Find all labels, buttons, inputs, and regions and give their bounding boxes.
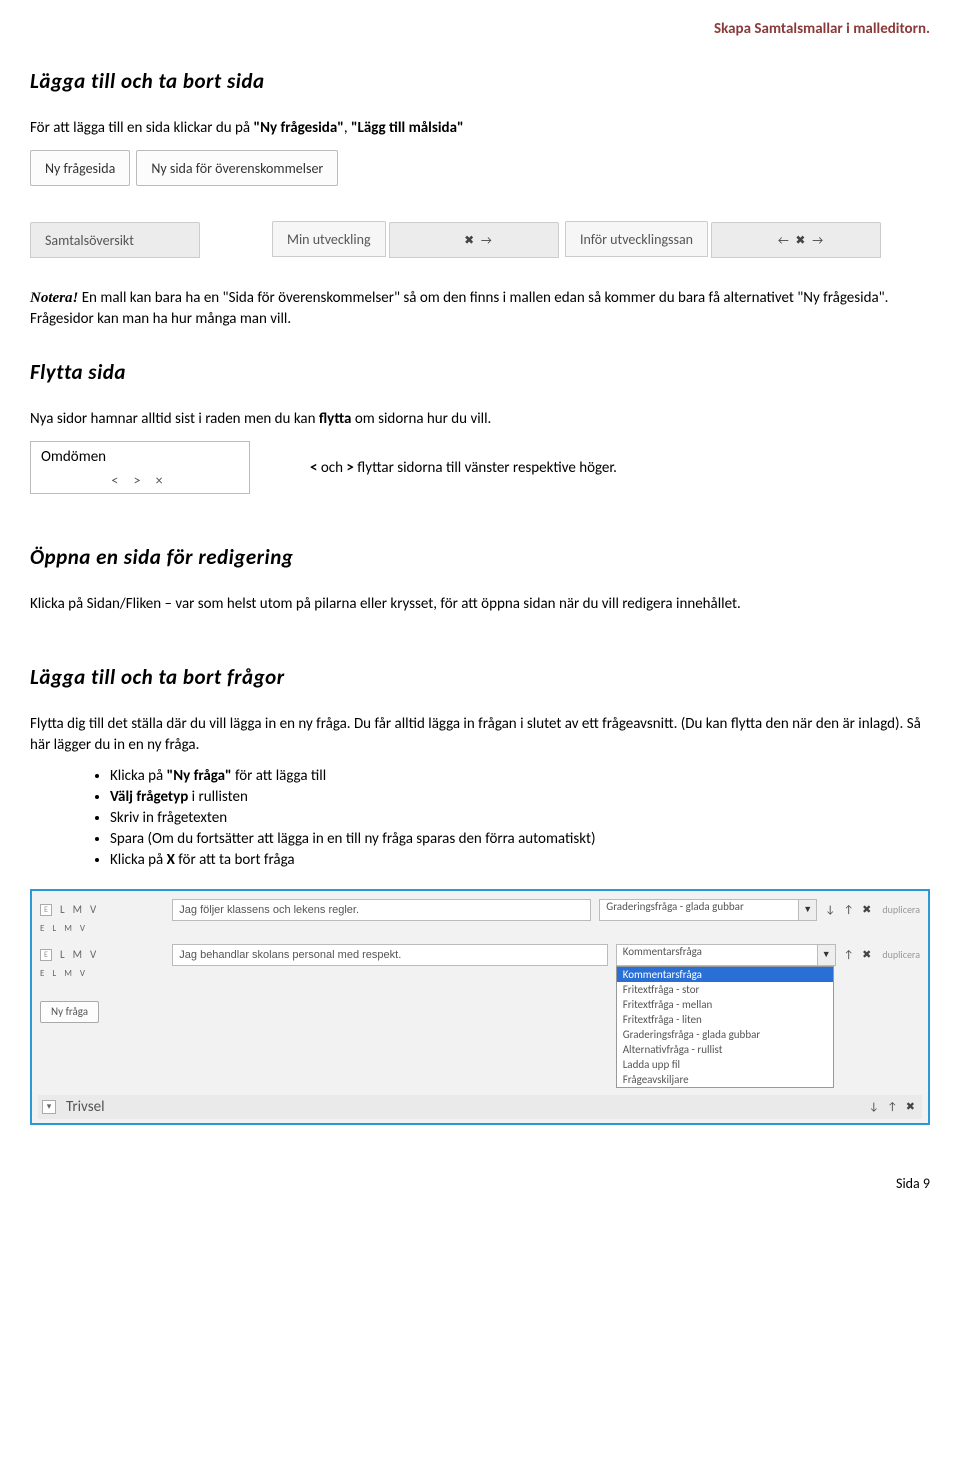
heading-add-remove-page: Lägga till och ta bort sida [30,68,930,94]
dropdown-option[interactable]: Graderingsfråga - glada gubbar [617,1027,833,1042]
page-header: Skapa Samtalsmallar i malleditorn. [30,20,930,38]
red-arrow-icon [884,870,902,873]
move-page-paragraph: Nya sidor hamnar alltid sist i raden men… [30,409,930,429]
page-number: Sida 9 [30,1175,930,1192]
tab-infor-utveckling[interactable]: Inför utvecklingssan [565,221,708,257]
level-V[interactable]: V [90,903,96,916]
row-actions[interactable]: ↑ ✖ [844,948,875,961]
list-item: Skriv in frågetexten [110,809,930,827]
chevron-down-icon[interactable]: ▼ [818,944,836,966]
list-item: Välj frågetyp i rullisten [110,788,930,806]
dropdown-option[interactable]: Ladda upp fil [617,1057,833,1072]
level-E[interactable]: E [40,949,52,961]
level-E[interactable]: E [40,904,52,916]
new-question-button[interactable]: Ny fråga [40,1001,99,1023]
question-type-select[interactable]: Kommentarsfråga [616,944,818,966]
question-type-dropdown[interactable]: Kommentarsfråga Fritextfråga - stor Frit… [616,966,834,1088]
tab-controls-a[interactable]: ✖ → [389,222,559,258]
duplicate-link[interactable]: duplicera [882,948,920,961]
level-L[interactable]: L [60,948,65,961]
ui-new-page-controls: Ny frågesida Ny sida för överenskommelse… [30,150,930,280]
list-item: Klicka på X för att ta bort fråga [110,851,930,869]
heading-open-page: Öppna en sida för redigering [30,544,930,570]
question-row: E L M V Kommentarsfråga ▼ Kommentarsfråg… [38,942,922,968]
question-editor: E L M V Graderingsfråga - glada gubbar ▼… [30,889,930,1125]
level-L[interactable]: L [60,903,65,916]
dropdown-option[interactable]: Frågeavskiljare [617,1072,833,1087]
question-type-select[interactable]: Graderingsfråga - glada gubbar [599,899,799,921]
dropdown-option[interactable]: Kommentarsfråga [617,967,833,982]
row-actions[interactable]: ↓ ↑ ✖ [825,903,874,916]
move-note: < och > flyttar sidorna till vänster res… [310,459,617,477]
dropdown-option[interactable]: Fritextfråga - liten [617,1012,833,1027]
list-item: Klicka på "Ny fråga" för att lägga till [110,767,930,785]
dropdown-option[interactable]: Alternativfråga - rullist [617,1042,833,1057]
section-header[interactable]: ▾ Trivsel ↓ ↑ ✖ [38,1095,922,1119]
dropdown-option[interactable]: Fritextfråga - mellan [617,997,833,1012]
section-title: Trivsel [66,1098,859,1116]
tab-controls-b[interactable]: ← ✖ → [711,222,881,258]
level-V[interactable]: V [90,948,96,961]
new-question-page-button[interactable]: Ny frågesida [30,150,130,186]
tab-samtalsoversikt[interactable]: Samtalsöversikt [30,222,200,258]
heading-add-remove-questions: Lägga till och ta bort frågor [30,664,930,690]
question-text-input[interactable] [172,899,591,921]
section-actions[interactable]: ↓ ↑ ✖ [869,1100,918,1113]
dropdown-option[interactable]: Fritextfråga - stor [617,982,833,997]
list-item: Spara (Om du fortsätter att lägga in en … [110,830,930,848]
chevron-down-icon[interactable]: ▼ [799,899,817,921]
collapse-toggle-icon[interactable]: ▾ [42,1100,56,1114]
add-question-paragraph: Flytta dig till det ställa där du vill l… [30,714,930,755]
intro-paragraph: För att lägga till en sida klickar du på… [30,118,930,138]
tab-min-utveckling[interactable]: Min utveckling [272,221,386,257]
level-M[interactable]: M [73,948,82,961]
omdomen-tab[interactable]: Omdömen < > × [30,441,250,494]
notera-paragraph: Notera! En mall kan bara ha en "Sida för… [30,288,930,329]
new-agreement-page-button[interactable]: Ny sida för överenskommelser [136,150,338,186]
heading-move-page: Flytta sida [30,359,930,385]
question-row: E L M V Graderingsfråga - glada gubbar ▼… [38,897,922,923]
level-M[interactable]: M [73,903,82,916]
omdomen-controls[interactable]: < > × [41,472,239,489]
question-text-input[interactable] [172,944,607,966]
open-page-paragraph: Klicka på Sidan/Fliken – var som helst u… [30,594,930,614]
duplicate-link[interactable]: duplicera [882,903,920,916]
omdomen-row: Omdömen < > × < och > flyttar sidorna ti… [30,441,930,494]
instructions-list: Klicka på "Ny fråga" för att lägga till … [110,767,930,869]
